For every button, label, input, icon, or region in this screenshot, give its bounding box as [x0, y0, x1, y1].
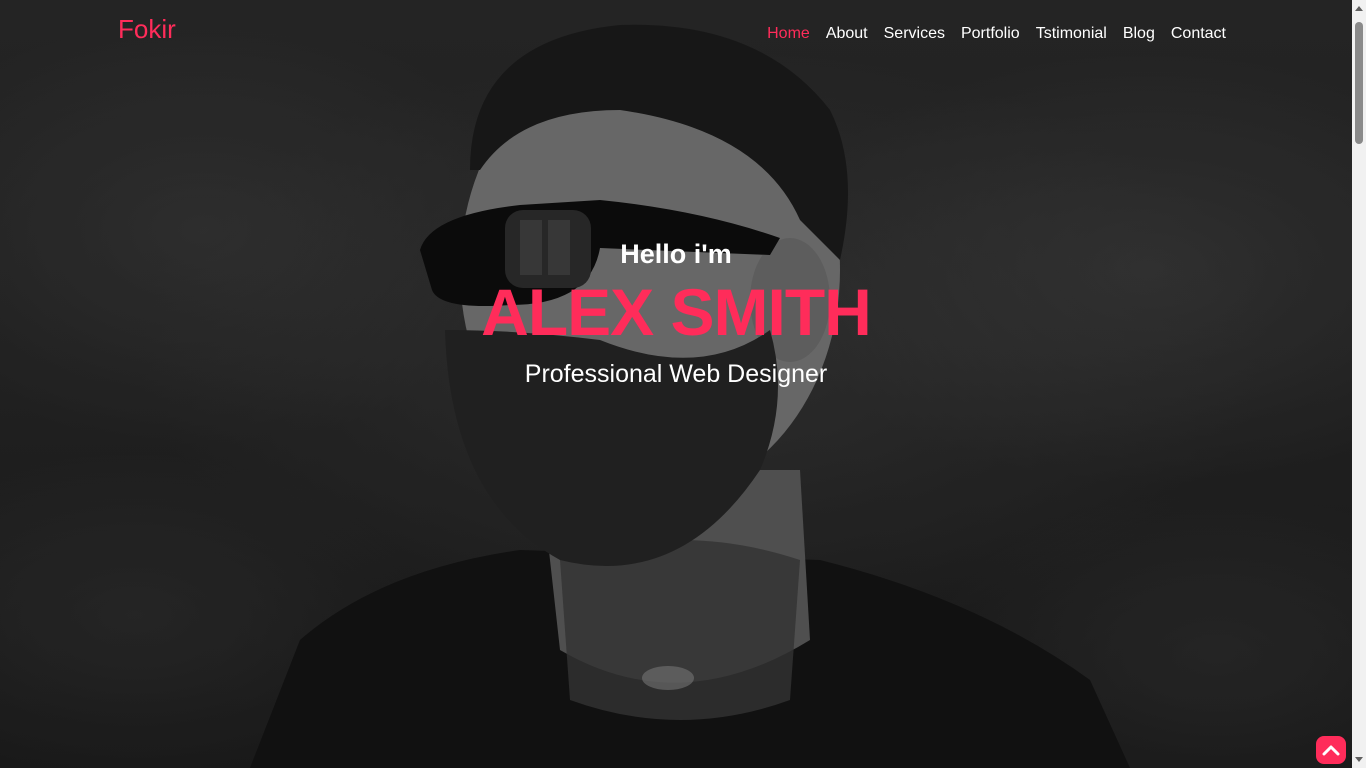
nav-item-services: Services — [884, 24, 945, 44]
nav-link-blog[interactable]: Blog — [1123, 25, 1155, 42]
scroll-down-arrow-icon[interactable] — [1352, 752, 1366, 768]
back-to-top-button[interactable] — [1316, 736, 1346, 764]
nav-link-testimonial[interactable]: Tstimonial — [1036, 25, 1107, 42]
main-nav-menu: Home About Services Portfolio Tstimonial… — [767, 24, 1226, 44]
nav-link-contact[interactable]: Contact — [1171, 25, 1226, 42]
chevron-up-icon — [1322, 745, 1340, 756]
navbar: Fokir Home About Services Portfolio Tsti… — [0, 0, 1352, 70]
hero-text-block: Hello i'm ALEX SMITH Professional Web De… — [0, 236, 1352, 390]
nav-link-about[interactable]: About — [826, 25, 868, 42]
hero-role: Professional Web Designer — [524, 360, 828, 388]
nav-link-services[interactable]: Services — [884, 25, 945, 42]
scrollbar-thumb[interactable] — [1355, 22, 1363, 144]
nav-item-about: About — [826, 24, 868, 44]
page-scrollbar[interactable] — [1352, 0, 1366, 768]
hero-name: ALEX SMITH — [481, 275, 872, 349]
brand-logo-link[interactable]: Fokir — [118, 14, 176, 45]
nav-item-testimonial: Tstimonial — [1036, 24, 1107, 44]
nav-item-blog: Blog — [1123, 24, 1155, 44]
page-viewport: Fokir Home About Services Portfolio Tsti… — [0, 0, 1352, 768]
nav-link-portfolio[interactable]: Portfolio — [961, 25, 1020, 42]
nav-item-portfolio: Portfolio — [961, 24, 1020, 44]
hero-greeting: Hello i'm — [620, 239, 732, 269]
nav-item-contact: Contact — [1171, 24, 1226, 44]
nav-item-home: Home — [767, 24, 810, 44]
scroll-up-arrow-icon[interactable] — [1352, 0, 1366, 16]
nav-link-home[interactable]: Home — [767, 25, 810, 42]
